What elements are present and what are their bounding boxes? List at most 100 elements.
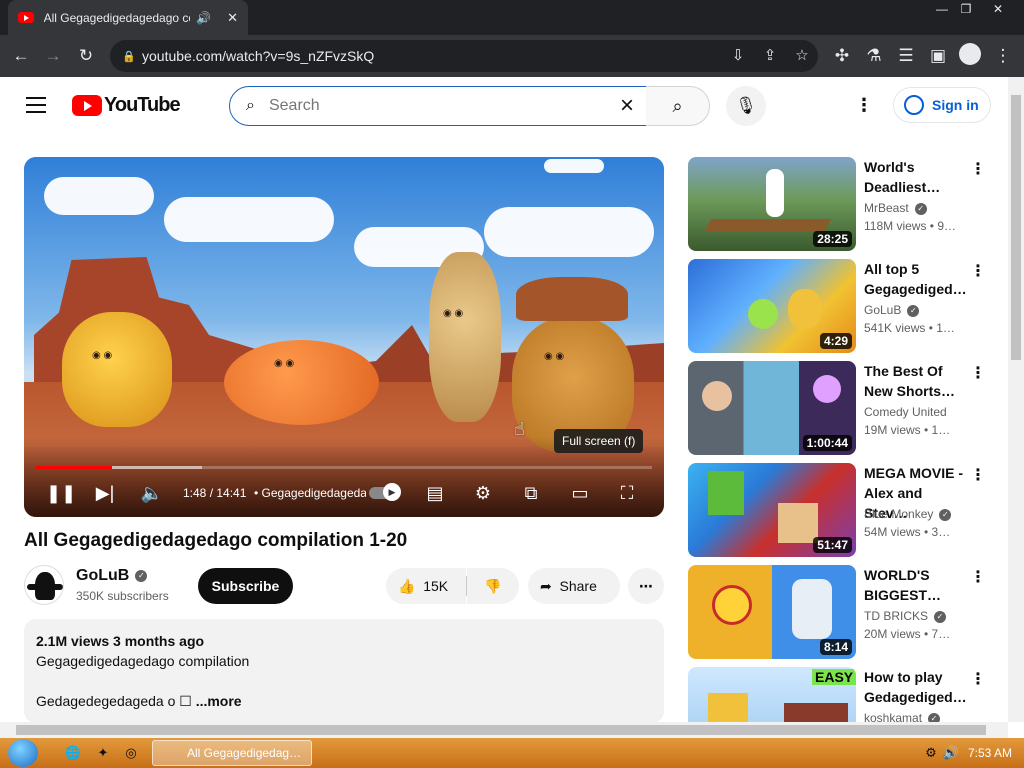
video-thumbnail[interactable]: 51:47 — [688, 463, 856, 557]
recommendation-item[interactable]: 4:29 All top 5 Gegagediged… GoLuB ✓ 541K … — [688, 259, 1004, 353]
like-button[interactable]: 👍 15K — [386, 568, 466, 604]
thumb-person — [766, 169, 784, 217]
recommendation-more-icon[interactable]: ⋮ — [970, 669, 986, 689]
recommendation-channel[interactable]: Blue Monkey — [864, 507, 933, 521]
recommendation-channel-row[interactable]: TD BRICKS ✓ — [864, 609, 947, 623]
chrome-menu-icon[interactable]: ⋮ — [990, 43, 1016, 69]
recommendation-title[interactable]: World's Deadliest… — [864, 157, 964, 197]
recommendation-channel[interactable]: TD BRICKS — [864, 609, 928, 623]
thumbs-up-icon: 👍 — [398, 578, 424, 594]
video-thumbnail[interactable]: 8:14 — [688, 565, 856, 659]
recommendation-more-icon[interactable]: ⋮ — [970, 567, 986, 587]
recommendation-more-icon[interactable]: ⋮ — [970, 363, 986, 383]
channel-avatar[interactable] — [24, 565, 64, 605]
progress-bar[interactable] — [36, 466, 652, 469]
recommendation-title[interactable]: WORLD'S BIGGEST… — [864, 565, 964, 605]
verified-check-icon: ✓ — [939, 508, 952, 521]
bookmark-star-icon[interactable]: ☆ — [790, 44, 814, 68]
recommendation-channel-row[interactable]: GoLuB ✓ — [864, 303, 920, 317]
chapter-title[interactable]: • Gegagedigedagedago — [254, 480, 366, 506]
vertical-scrollbar[interactable] — [1008, 77, 1024, 722]
recommendation-channel-row[interactable]: MrBeast ✓ — [864, 201, 927, 215]
speaker-icon[interactable]: 🔊 — [196, 11, 211, 25]
recommendation-more-icon[interactable]: ⋮ — [970, 465, 986, 485]
theater-mode-icon[interactable]: ▭ — [566, 480, 594, 506]
recommendation-title[interactable]: How to play Gedagediged… — [864, 667, 967, 707]
recommendation-item[interactable]: EASY How to play Gedagediged… koshkamat ✓… — [688, 667, 1004, 722]
video-player[interactable]: ◉ ◉ ◉ ◉ ◉ ◉ ◉ ◉ ☝ Full screen (f) ❚❚ ▶| … — [24, 157, 664, 517]
close-window-button[interactable]: ✕ — [984, 0, 1012, 18]
fullscreen-icon[interactable]: ⛶ — [614, 480, 640, 506]
salmon-character: ◉ ◉ — [224, 340, 379, 425]
vertical-scroll-thumb[interactable] — [1011, 95, 1021, 360]
youtube-logo[interactable]: YouTube — [72, 94, 181, 117]
video-thumbnail[interactable]: EASY — [688, 667, 856, 722]
horizontal-scroll-thumb[interactable] — [16, 725, 986, 735]
share-page-icon[interactable]: ⇪ — [758, 44, 782, 68]
recommendation-channel[interactable]: GoLuB — [864, 303, 901, 317]
ie-browser-icon[interactable]: 🌐 — [64, 744, 82, 762]
close-tab-icon[interactable]: ✕ — [227, 10, 238, 26]
recommendation-channel[interactable]: Comedy United — [864, 405, 947, 419]
recommendation-item[interactable]: 8:14 WORLD'S BIGGEST… TD BRICKS ✓ 20M vie… — [688, 565, 1004, 659]
recommendation-channel-row[interactable]: Blue Monkey ✓ — [864, 507, 952, 521]
start-orb-icon[interactable] — [8, 739, 38, 767]
address-bar[interactable]: 🔒 youtube.com/watch?v=9s_nZFvzSkQ ⇩ ⇪ ☆ — [110, 40, 818, 72]
dislike-button[interactable]: 👎 — [467, 568, 519, 604]
peanut-character: ◉ ◉ — [429, 252, 501, 422]
profile-avatar-icon[interactable] — [959, 43, 981, 65]
next-video-icon[interactable]: ▶| — [92, 480, 118, 506]
back-arrow-icon[interactable]: ← — [8, 43, 34, 69]
thumb-creeper — [708, 471, 744, 515]
app-launcher-icon[interactable]: ✦ — [94, 744, 112, 762]
more-actions-button[interactable]: ⋯ — [628, 568, 664, 604]
recommendation-more-icon[interactable]: ⋮ — [970, 159, 986, 179]
side-panel-icon[interactable]: ▣ — [925, 43, 951, 69]
show-more-link[interactable]: ...more — [196, 693, 242, 709]
miniplayer-icon[interactable]: ⧉ — [518, 480, 544, 506]
volume-icon[interactable]: 🔈 — [139, 480, 165, 506]
extensions-puzzle-icon[interactable]: ✣ — [829, 43, 855, 69]
labs-flask-icon[interactable]: ⚗ — [861, 43, 887, 69]
restore-button[interactable]: ❐ — [952, 0, 980, 18]
recommendation-item[interactable]: 1:00:44 The Best Of New Shorts… Comedy U… — [688, 361, 1004, 455]
menu-hamburger-icon[interactable] — [26, 97, 46, 113]
recommendation-title[interactable]: The Best Of New Shorts… — [864, 361, 964, 401]
channel-name[interactable]: GoLuB — [76, 567, 129, 584]
video-thumbnail[interactable]: 4:29 — [688, 259, 856, 353]
forward-arrow-icon[interactable]: → — [40, 43, 66, 69]
install-app-icon[interactable]: ⇩ — [726, 44, 750, 68]
autoplay-toggle[interactable] — [369, 483, 401, 501]
subtitles-icon[interactable]: ▤ — [422, 480, 448, 506]
reload-icon[interactable]: ↻ — [73, 43, 99, 69]
recommendation-item[interactable]: 28:25 World's Deadliest… MrBeast ✓ 118M v… — [688, 157, 1004, 251]
sign-in-button[interactable]: Sign in — [893, 87, 991, 123]
video-thumbnail[interactable]: 28:25 — [688, 157, 856, 251]
taskbar-chrome-window[interactable]: All Gegagedigedag… — [152, 740, 312, 766]
recommendation-item[interactable]: 51:47 MEGA MOVIE - Alex and Stev… Blue M… — [688, 463, 1004, 557]
clear-search-icon[interactable]: × — [614, 93, 640, 119]
subscribe-button[interactable]: Subscribe — [198, 568, 293, 604]
settings-gear-icon[interactable]: ⚙ — [470, 480, 496, 506]
share-button[interactable]: ➦ Share — [528, 568, 620, 604]
media-queue-icon[interactable]: ☰ — [893, 43, 919, 69]
horizontal-scrollbar[interactable] — [0, 722, 1008, 738]
channel-name-row[interactable]: GoLuB ✓ — [76, 567, 148, 585]
pause-icon[interactable]: ❚❚ — [46, 480, 76, 506]
recommendation-channel[interactable]: MrBeast — [864, 201, 909, 215]
chrome-pinned-icon[interactable]: ◎ — [122, 744, 140, 762]
settings-more-icon[interactable]: ⋮ — [852, 93, 876, 117]
recommendation-title[interactable]: All top 5 Gegagediged… — [864, 259, 967, 299]
search-input[interactable] — [268, 97, 589, 115]
search-button[interactable]: ⌕ — [646, 86, 710, 126]
recommendation-more-icon[interactable]: ⋮ — [970, 261, 986, 281]
video-thumbnail[interactable]: 1:00:44 — [688, 361, 856, 455]
network-tray-icon[interactable]: ⚙ — [922, 744, 940, 762]
description-box[interactable]: 2.1M views 3 months ago Gegagedigedageda… — [24, 619, 664, 723]
logo-wordmark: YouTube — [104, 94, 181, 116]
volume-tray-icon[interactable]: 🔊 — [942, 744, 960, 762]
recommendation-channel-row[interactable]: koshkamat ✓ — [864, 711, 941, 722]
browser-tab[interactable]: All Gegagedigedagedago co 🔊 ✕ — [8, 0, 248, 35]
recommendation-channel[interactable]: koshkamat — [864, 711, 922, 722]
voice-search-mic-icon[interactable]: 🎙 — [726, 86, 766, 126]
